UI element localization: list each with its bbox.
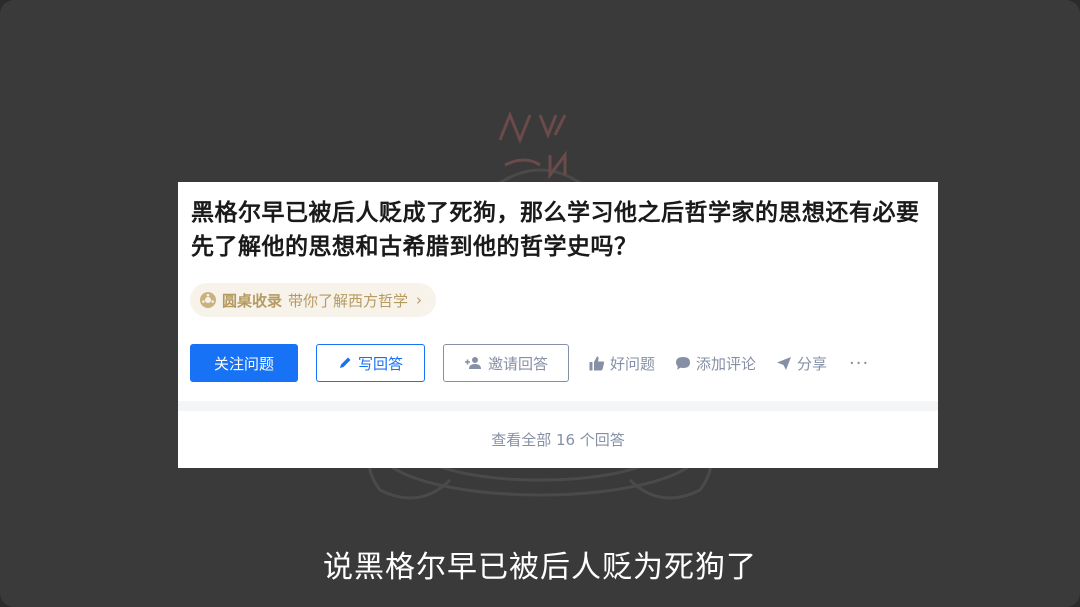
- share-label: 分享: [797, 354, 828, 373]
- roundtable-description: 带你了解西方哲学: [288, 291, 409, 310]
- question-card: 黑格尔早已被后人贬成了死狗，那么学习他之后哲学家的思想还有必要先了解他的思想和古…: [178, 182, 938, 468]
- question-actions: 关注问题 写回答 邀请回答 好问题 添加评论 分享 ···: [190, 344, 869, 382]
- write-answer-button[interactable]: 写回答: [316, 344, 425, 382]
- follow-question-button[interactable]: 关注问题: [190, 344, 298, 382]
- thumbs-up-icon: [589, 356, 605, 371]
- share-button[interactable]: 分享: [776, 353, 827, 374]
- add-comment-label: 添加评论: [696, 354, 757, 373]
- good-question-label: 好问题: [610, 354, 656, 373]
- pencil-icon: [338, 356, 352, 370]
- video-subtitle: 说黑格尔早已被后人贬为死狗了: [323, 550, 757, 585]
- add-comment-button[interactable]: 添加评论: [675, 353, 756, 374]
- more-options-button[interactable]: ···: [849, 353, 869, 374]
- comment-icon: [675, 356, 691, 371]
- invite-answer-label: 邀请回答: [487, 354, 548, 373]
- write-answer-label: 写回答: [357, 354, 403, 373]
- share-arrow-icon: [776, 356, 792, 371]
- video-frame: 黑格尔早已被后人贬成了死狗，那么学习他之后哲学家的思想还有必要先了解他的思想和古…: [0, 0, 1080, 607]
- add-user-icon: [464, 356, 482, 370]
- roundtable-label: 圆桌收录: [222, 291, 283, 310]
- chevron-right-icon: ›: [416, 291, 423, 309]
- card-divider: [178, 401, 938, 411]
- good-question-button[interactable]: 好问题: [589, 353, 655, 374]
- view-all-answers-link[interactable]: 查看全部 16 个回答: [178, 411, 938, 468]
- invite-answer-button[interactable]: 邀请回答: [443, 344, 569, 382]
- roundtable-tag[interactable]: 圆桌收录 带你了解西方哲学 ›: [190, 283, 437, 317]
- question-title[interactable]: 黑格尔早已被后人贬成了死狗，那么学习他之后哲学家的思想还有必要先了解他的思想和古…: [191, 196, 926, 264]
- roundtable-icon: [200, 292, 216, 308]
